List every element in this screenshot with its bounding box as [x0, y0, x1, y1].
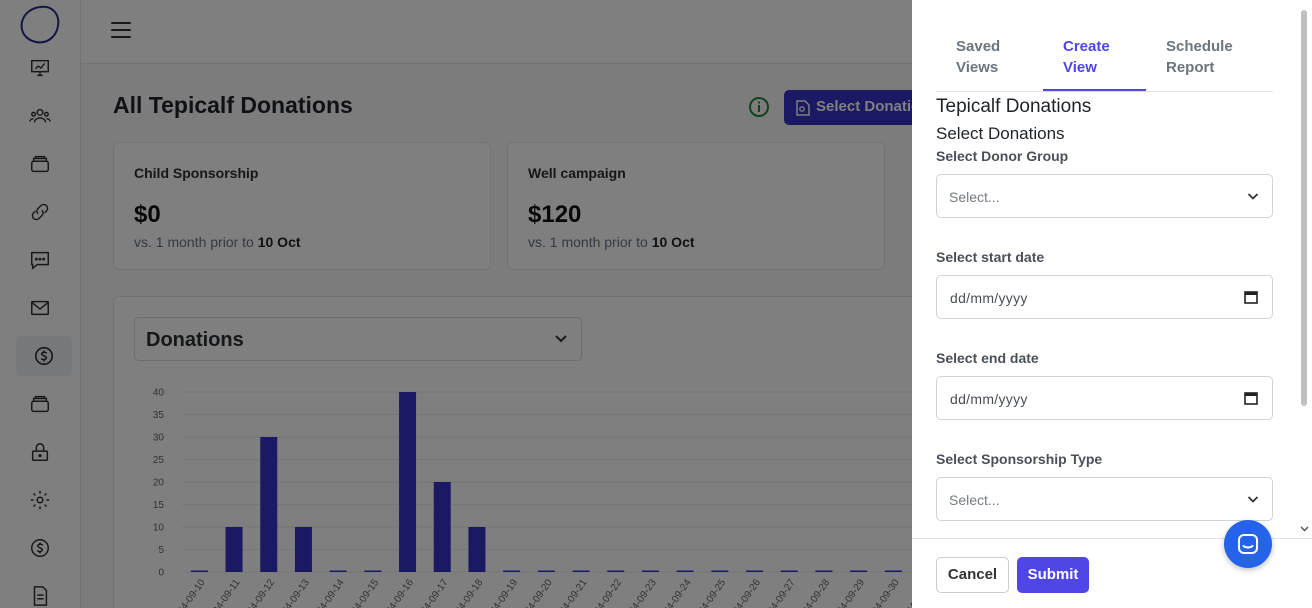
- tab-saved-views[interactable]: Saved Views: [956, 36, 1000, 78]
- sponsorship-type-placeholder: Select...: [949, 492, 1000, 508]
- donor-group-select[interactable]: Select...: [936, 174, 1273, 218]
- end-date-label: Select end date: [936, 350, 1039, 366]
- donor-group-label: Select Donor Group: [936, 148, 1069, 164]
- tab-create-view[interactable]: Create View: [1063, 36, 1110, 78]
- drawer-heading: Tepicalf Donations: [936, 96, 1092, 117]
- active-tab-underline: [1043, 89, 1146, 91]
- start-date-value: dd/mm/yyyy: [950, 290, 1028, 306]
- chevron-down-icon: [1247, 496, 1259, 503]
- tab-schedule-report[interactable]: Schedule Report: [1166, 36, 1233, 78]
- chat-launcher-button[interactable]: [1224, 520, 1272, 568]
- end-date-value: dd/mm/yyyy: [950, 391, 1028, 407]
- chevron-down-icon: [1247, 193, 1259, 200]
- create-view-drawer: Saved Views Create View Schedule Report Tep…: [912, 0, 1312, 608]
- sponsorship-type-label: Select Sponsorship Type: [936, 451, 1103, 467]
- calendar-icon[interactable]: [1244, 391, 1258, 405]
- end-date-input[interactable]: dd/mm/yyyy: [936, 376, 1273, 420]
- sponsorship-type-select[interactable]: Select...: [936, 477, 1273, 521]
- drawer-scrollbar-thumb[interactable]: [1301, 10, 1307, 406]
- submit-button[interactable]: Submit: [1017, 557, 1089, 593]
- calendar-icon[interactable]: [1244, 290, 1258, 304]
- start-date-input[interactable]: dd/mm/yyyy: [936, 275, 1273, 319]
- drawer-tabs: Saved Views Create View Schedule Report: [936, 0, 1273, 92]
- scroll-down-arrow-icon[interactable]: [1300, 525, 1309, 533]
- donor-group-placeholder: Select...: [949, 189, 1000, 205]
- cancel-button[interactable]: Cancel: [936, 557, 1009, 593]
- drawer-subheading: Select Donations: [936, 124, 1065, 143]
- start-date-label: Select start date: [936, 249, 1045, 265]
- chat-icon: [1238, 534, 1258, 554]
